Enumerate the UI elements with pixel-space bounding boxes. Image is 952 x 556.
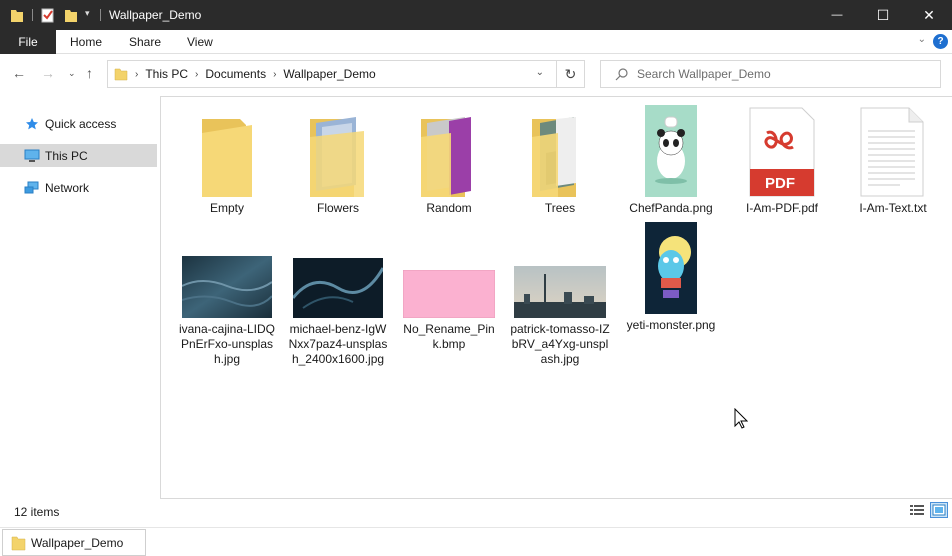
sidebar-item-network[interactable]: Network — [0, 176, 157, 199]
file-name: Random — [426, 201, 472, 215]
folder-icon — [192, 107, 262, 197]
breadcrumb-separator-icon[interactable]: › — [195, 69, 198, 80]
taskbar-label: Wallpaper_Demo — [31, 535, 124, 550]
large-icons-view-icon — [932, 504, 946, 516]
help-button[interactable]: ? — [933, 34, 948, 49]
refresh-icon: ↻ — [564, 65, 577, 82]
file-item[interactable]: ChefPanda.png — [621, 105, 721, 216]
window-title: Wallpaper_Demo — [109, 8, 202, 22]
navigation-pane: Quick access This PC Network — [0, 93, 160, 499]
recent-locations-chevron-icon[interactable]: ⌄ — [68, 68, 76, 79]
breadcrumb-separator-icon[interactable]: › — [135, 69, 138, 80]
sidebar-item-label: This PC — [45, 148, 88, 163]
file-item[interactable]: ivana-cajina-LIDQPnErFxo-unsplash.jpg — [177, 222, 277, 367]
tab-view[interactable]: View — [187, 35, 213, 49]
back-arrow-icon[interactable]: ← — [12, 65, 26, 81]
file-name: I-Am-PDF.pdf — [745, 201, 818, 215]
file-item[interactable]: Flowers — [288, 107, 388, 216]
file-item[interactable]: I-Am-Text.txt — [843, 107, 943, 216]
file-item[interactable]: michael-benz-IgWNxx7paz4-unsplash_2400x1… — [288, 222, 388, 367]
file-name: I-Am-Text.txt — [859, 201, 927, 215]
text-file-icon — [858, 107, 928, 197]
ocean-image-thumbnail — [181, 222, 273, 318]
expand-ribbon-chevron-icon[interactable]: ⌄ — [918, 34, 926, 45]
file-item[interactable]: Empty — [177, 107, 277, 216]
taskbar-window-button[interactable]: Wallpaper_Demo — [2, 529, 146, 556]
navigation-bar: ← → ⌄ ↑ › This PC › Documents › Wallpape… — [0, 55, 952, 93]
customize-toolbar-chevron-icon[interactable]: ▾ — [85, 8, 90, 19]
file-name: Trees — [544, 201, 576, 215]
refresh-button[interactable]: ↻ — [556, 61, 584, 87]
search-icon — [615, 68, 628, 81]
address-bar[interactable]: › This PC › Documents › Wallpaper_Demo ⌄… — [107, 60, 585, 88]
network-icon — [24, 181, 40, 195]
sidebar-item-this-pc[interactable]: This PC — [0, 144, 157, 167]
file-item[interactable]: patrick-tomasso-IZbRV_a4Yxg-unsplash.jpg — [510, 222, 610, 367]
pdf-file-icon: PDF — [747, 107, 817, 197]
file-item[interactable]: PDF I-Am-PDF.pdf — [732, 107, 832, 216]
sidebar-item-label: Network — [45, 180, 90, 195]
folder-trees-icon — [525, 107, 595, 197]
pink-image-thumbnail — [403, 222, 495, 318]
folder-flowers-icon — [303, 107, 373, 197]
mouse-cursor-icon — [734, 408, 748, 429]
file-name: ivana-cajina-LIDQPnErFxo-unsplash.jpg — [178, 322, 276, 366]
file-item[interactable]: yeti-monster.png — [621, 222, 721, 333]
sidebar-item-quick-access[interactable]: Quick access — [0, 112, 157, 135]
maximize-button[interactable]: ☐ — [860, 0, 906, 30]
details-view-button[interactable] — [908, 502, 926, 518]
close-button[interactable]: ✕ — [906, 0, 952, 30]
title-separator — [100, 9, 101, 21]
panda-image-thumbnail — [636, 105, 706, 197]
folder-random-icon — [414, 107, 484, 197]
file-name: michael-benz-IgWNxx7paz4-unsplash_2400x1… — [288, 322, 388, 366]
wave-image-thumbnail — [292, 222, 384, 318]
ribbon-tabs: File Home Share View ⌄ ? — [0, 30, 952, 54]
tab-home[interactable]: Home — [70, 35, 102, 49]
up-arrow-icon[interactable]: ↑ — [86, 65, 93, 81]
file-name: Empty — [209, 201, 244, 215]
file-name: yeti-monster.png — [626, 318, 716, 332]
file-name: No_Rename_Pink.bmp — [403, 322, 495, 351]
search-box[interactable]: Search Wallpaper_Demo — [600, 60, 941, 88]
city-image-thumbnail — [514, 222, 606, 318]
breadcrumb-wallpaper-demo[interactable]: Wallpaper_Demo — [283, 67, 375, 81]
file-item[interactable]: Random — [399, 107, 499, 216]
yeti-image-thumbnail — [636, 222, 706, 314]
folder-icon — [11, 536, 26, 550]
properties-icon[interactable] — [41, 7, 55, 23]
new-folder-icon[interactable] — [64, 7, 78, 23]
large-icons-view-button[interactable] — [930, 502, 948, 518]
file-list-view[interactable]: Empty Flowers Random Trees ChefPanda.png… — [160, 96, 952, 499]
taskbar: Wallpaper_Demo — [0, 527, 952, 556]
file-item[interactable]: No_Rename_Pink.bmp — [399, 222, 499, 352]
file-name: patrick-tomasso-IZbRV_a4Yxg-unsplash.jpg — [510, 322, 610, 366]
address-dropdown-icon[interactable]: ⌄ — [536, 67, 544, 78]
tab-share[interactable]: Share — [129, 35, 161, 49]
breadcrumb-this-pc[interactable]: This PC — [145, 67, 188, 81]
item-count: 12 items — [14, 505, 60, 519]
title-bar: ▾ Wallpaper_Demo — ☐ ✕ — [0, 0, 952, 30]
file-item[interactable]: Trees — [510, 107, 610, 216]
pdf-badge: PDF — [765, 175, 795, 192]
sidebar-item-label: Quick access — [45, 116, 117, 131]
computer-icon — [24, 149, 40, 163]
file-name: Flowers — [316, 201, 359, 215]
title-separator — [32, 9, 33, 21]
forward-arrow-icon[interactable]: → — [41, 65, 55, 81]
breadcrumb-documents[interactable]: Documents — [205, 67, 266, 81]
details-view-icon — [910, 505, 924, 515]
minimize-button[interactable]: — — [814, 0, 860, 30]
file-name: ChefPanda.png — [629, 201, 713, 215]
folder-icon — [11, 10, 23, 22]
search-input[interactable]: Search Wallpaper_Demo — [637, 67, 771, 81]
breadcrumb-separator-icon[interactable]: › — [273, 69, 276, 80]
star-icon — [24, 117, 40, 131]
tab-file[interactable]: File — [0, 30, 56, 54]
folder-icon — [114, 68, 128, 81]
view-toggle-group — [908, 502, 948, 518]
